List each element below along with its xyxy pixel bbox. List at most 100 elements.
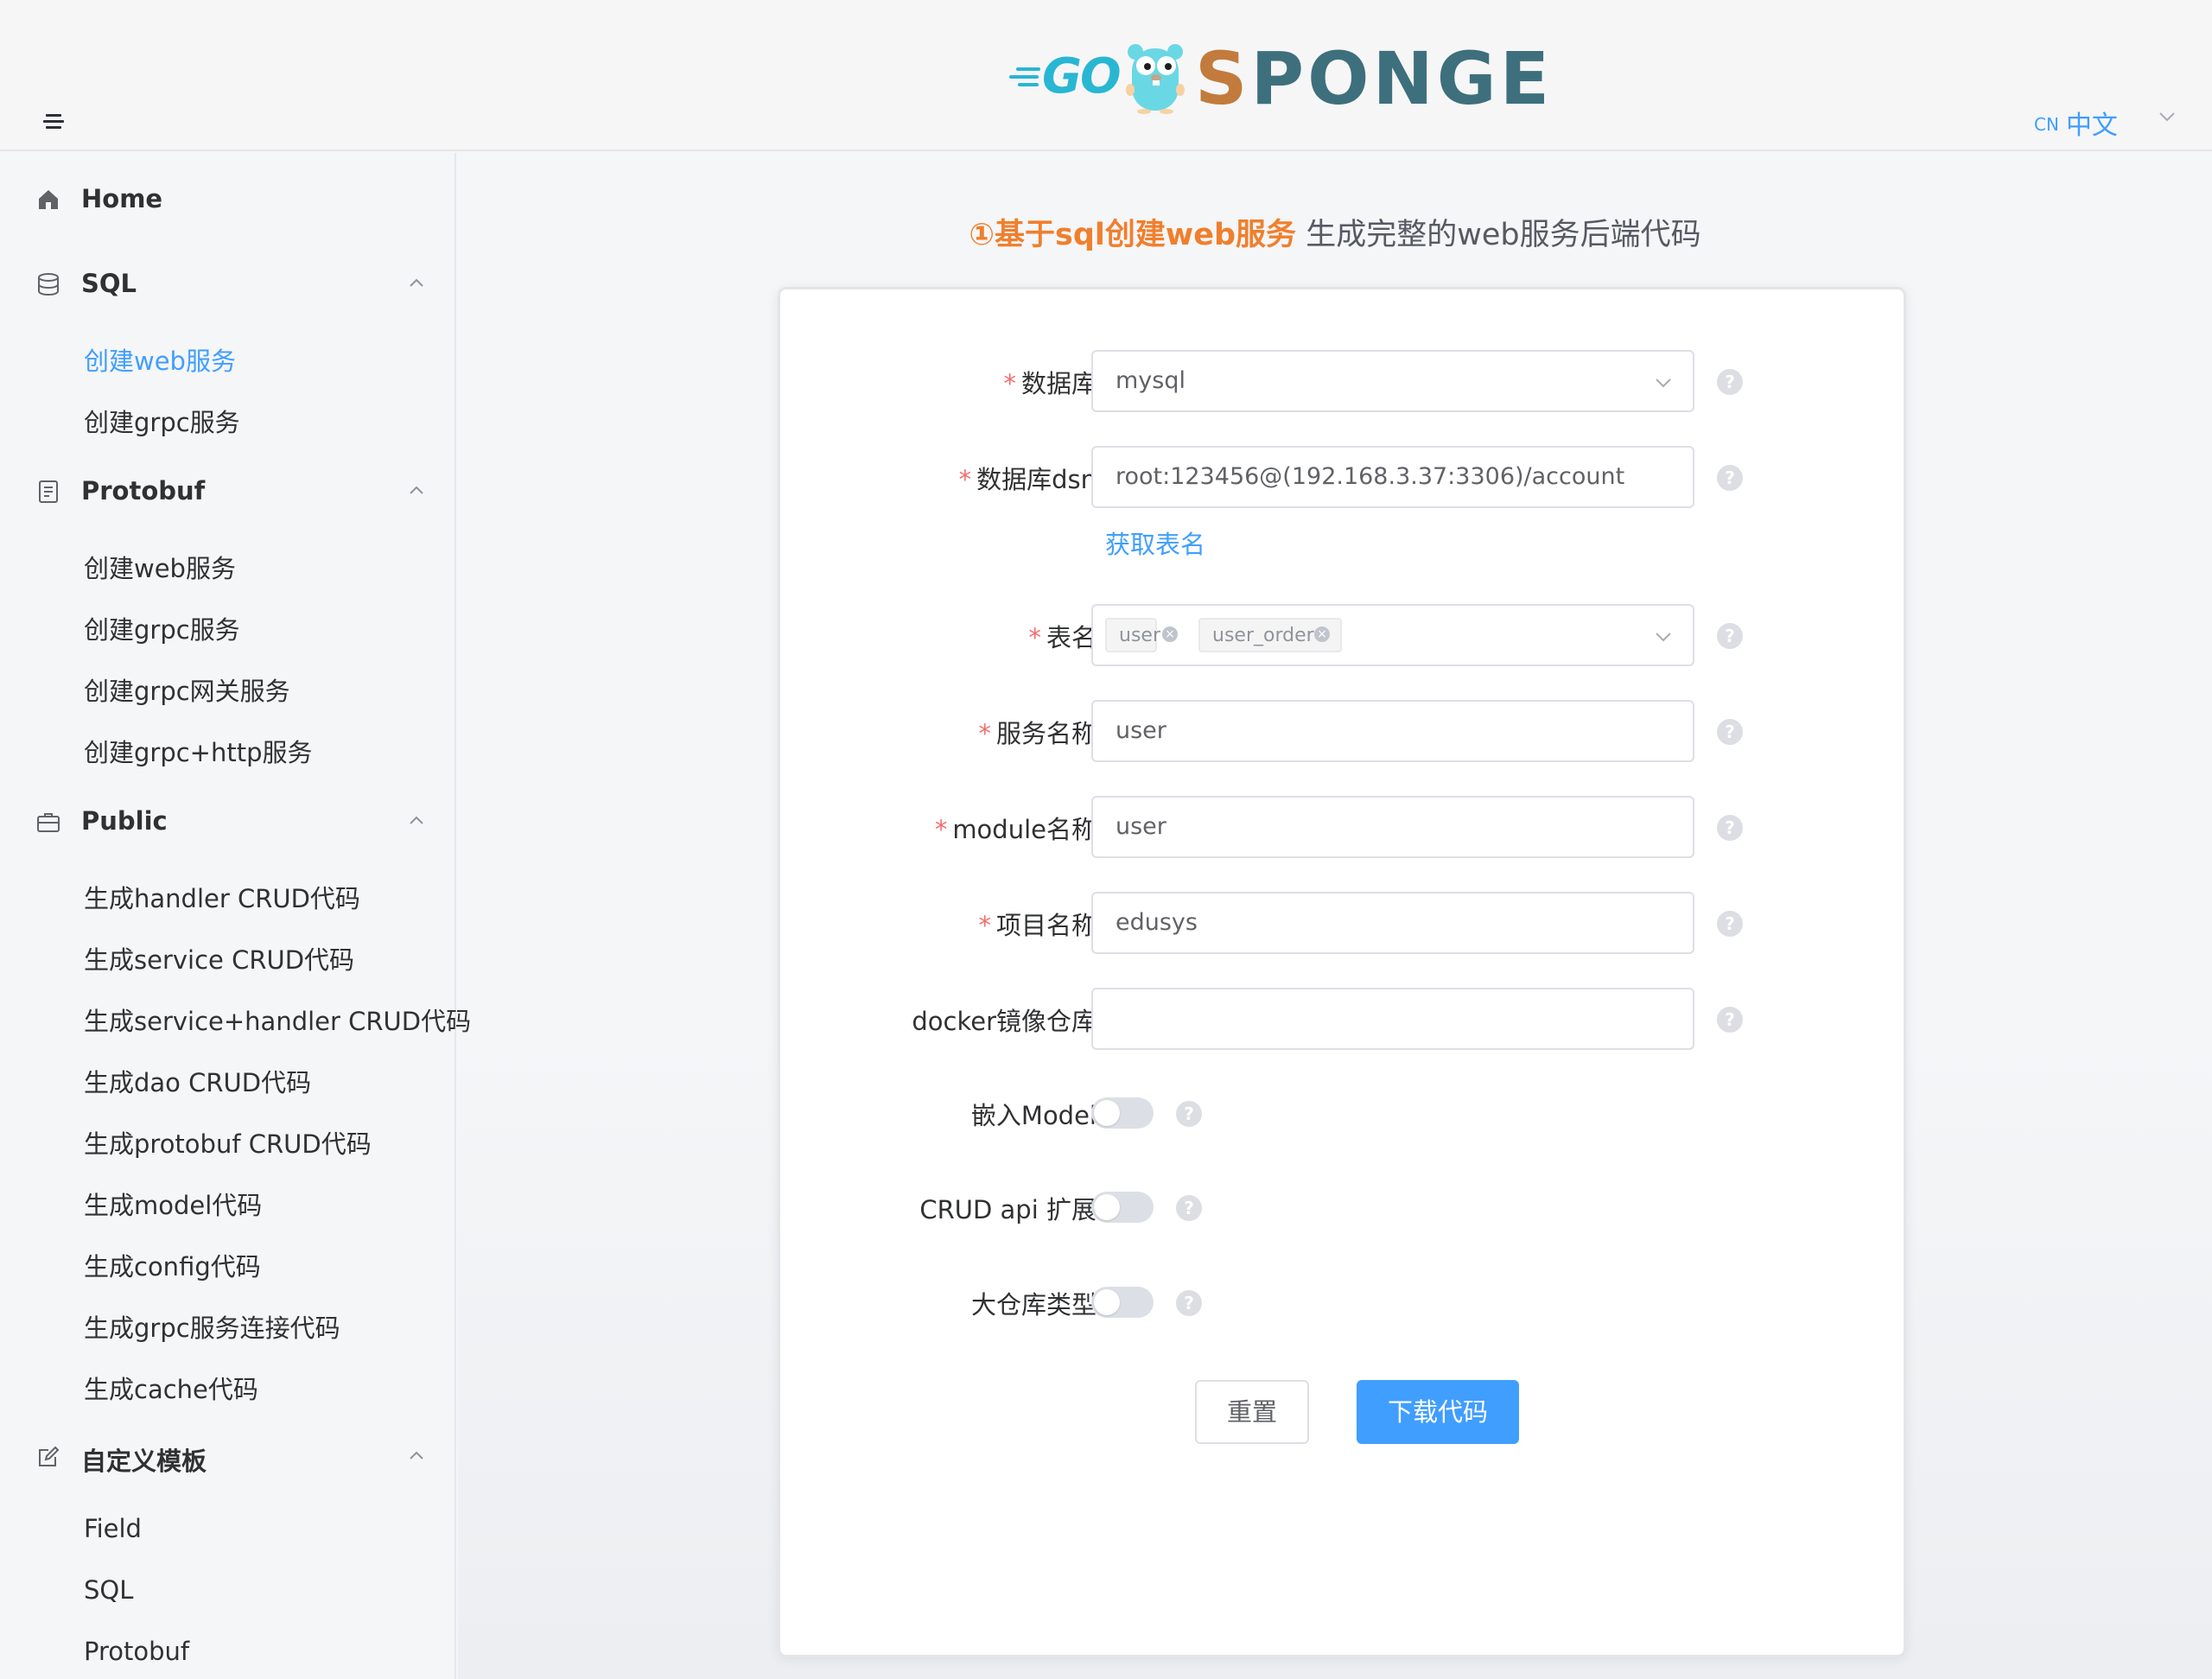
edit-icon [39,1446,60,1466]
sidebar-item-protobuf-create-web[interactable]: 创建web服务 [0,538,456,590]
home-icon [39,190,58,209]
module-name-label: * module名称 [934,815,1096,844]
document-icon [39,480,58,503]
table-label: * 表名 [1028,623,1096,652]
service-name-input[interactable]: user [1091,700,1694,762]
menu-toggle-icon[interactable] [43,114,64,131]
sidebar-item-public-cache[interactable]: 生成cache代码 [0,1359,456,1411]
table-multiselect[interactable]: user × user_order × [1091,604,1694,666]
help-icon[interactable]: ? [1176,1195,1202,1221]
help-icon[interactable]: ? [1176,1290,1202,1316]
speed-lines-icon [1009,67,1044,88]
form-row-dsn: * 数据库dsn root:123456@(192.168.3.37:3306)/… [780,446,1909,508]
tag-close-icon[interactable]: × [1162,626,1178,642]
chevron-up-icon [410,486,423,494]
sidebar-item-template-field[interactable]: Field [0,1504,456,1555]
fetch-tables-link[interactable]: 获取表名 [1105,525,1205,561]
top-header: GO SPONGE CN 中文 [0,0,2212,151]
form-row-project-name: * 项目名称 edusys ? [780,892,1909,954]
sidebar-item-public-config[interactable]: 生成config代码 [0,1237,456,1288]
sidebar-nav: Home SQL 创建web服务 创建grpc服务 Protobuf 创建web… [0,153,471,1679]
sidebar-group-label: 自定义模板 [81,1447,207,1476]
reset-button[interactable]: 重置 [1195,1380,1309,1444]
form-row-table: * 表名 user × user_order × ? [780,604,1909,666]
help-icon[interactable]: ? [1176,1101,1202,1127]
help-icon[interactable]: ? [1717,1007,1743,1033]
sidebar-item-public-protobuf-crud[interactable]: 生成protobuf CRUD代码 [0,1114,456,1166]
crud-api-label: CRUD api 扩展 [919,1195,1096,1224]
sidebar-item-sql-create-grpc[interactable]: 创建grpc服务 [0,392,456,444]
main-content: ①基于sql创建web服务 生成完整的web服务后端代码 * 数据库 mysql … [458,153,2212,1679]
database-label: * 数据库 [1003,369,1096,398]
embed-model-label: 嵌入Model [970,1101,1096,1130]
language-code: CN [2034,114,2059,135]
chevron-down-icon[interactable] [2158,111,2176,123]
database-icon [38,273,59,296]
help-icon[interactable]: ? [1717,623,1743,649]
form-row-service-name: * 服务名称 user ? [780,700,1909,762]
chevron-down-icon [1656,633,1671,642]
help-icon[interactable]: ? [1717,719,1743,745]
dsn-input[interactable]: root:123456@(192.168.3.37:3306)/account [1091,446,1694,508]
sidebar-item-public-model[interactable]: 生成model代码 [0,1175,456,1227]
sidebar-group-label: Home [81,184,163,213]
sidebar-item-public-grpc-conn[interactable]: 生成grpc服务连接代码 [0,1298,456,1350]
sidebar-item-home[interactable]: Home [0,169,456,229]
logo-go-text: GO [1042,48,1122,105]
sidebar-group-protobuf[interactable]: Protobuf [0,461,456,521]
sidebar-group-label: SQL [81,269,137,298]
form-row-monorepo: 大仓库类型 ? [780,1271,1909,1333]
form-row-module-name: * module名称 user ? [780,796,1909,858]
project-name-label: * 项目名称 [978,911,1096,940]
sidebar-group-label: Public [81,806,168,836]
sidebar-item-public-service-handler-crud[interactable]: 生成service+handler CRUD代码 [0,991,471,1043]
chevron-up-icon [410,1451,423,1460]
sidebar-group-custom-template[interactable]: 自定义模板 [0,1426,456,1486]
sidebar-item-public-dao-crud[interactable]: 生成dao CRUD代码 [0,1053,456,1104]
help-icon[interactable]: ? [1717,465,1743,491]
chevron-down-icon [1656,378,1671,388]
page-title: ①基于sql创建web服务 生成完整的web服务后端代码 [969,218,1701,252]
form-card: * 数据库 mysql ? * 数据库dsn root:123456@(192.16… [778,287,1906,1657]
embed-model-switch[interactable] [1091,1097,1154,1129]
form-row-embed-model: 嵌入Model ? [780,1082,1909,1144]
crud-api-switch[interactable] [1091,1192,1154,1223]
language-selector[interactable]: CN 中文 [2034,104,2118,142]
sidebar-group-public[interactable]: Public [0,791,456,851]
database-select[interactable]: mysql [1091,350,1694,412]
module-name-input[interactable]: user [1091,796,1694,858]
logo-sponge-text: SPONGE [1195,36,1554,121]
tag-close-icon[interactable]: × [1314,626,1330,642]
sidebar-item-public-service-crud[interactable]: 生成service CRUD代码 [0,930,456,982]
docker-repo-label: docker镜像仓库 [912,1007,1096,1036]
docker-repo-input[interactable] [1091,988,1694,1050]
briefcase-icon [37,813,60,832]
monorepo-switch[interactable] [1091,1287,1154,1318]
sidebar-group-label: Protobuf [81,476,206,506]
service-name-label: * 服务名称 [978,719,1096,748]
chevron-up-icon [410,278,423,287]
table-tag: user [1105,618,1160,652]
form-row-docker-repo: docker镜像仓库 ? [780,988,1909,1050]
monorepo-label: 大仓库类型 [970,1290,1096,1320]
sidebar-item-public-handler-crud[interactable]: 生成handler CRUD代码 [0,868,456,920]
sidebar-item-protobuf-create-grpc[interactable]: 创建grpc服务 [0,600,456,652]
chevron-up-icon [410,816,423,824]
form-row-database: * 数据库 mysql ? [780,350,1909,412]
help-icon[interactable]: ? [1717,369,1743,395]
gopher-mascot-icon [1126,44,1185,114]
sidebar-item-protobuf-create-grpc-http[interactable]: 创建grpc+http服务 [0,722,456,774]
dsn-label: * 数据库dsn [958,465,1096,494]
help-icon[interactable]: ? [1717,815,1743,841]
sidebar-item-template-sql[interactable]: SQL [0,1565,456,1617]
download-code-button[interactable]: 下载代码 [1357,1380,1519,1444]
sidebar-group-sql[interactable]: SQL [0,253,456,314]
form-row-crud-api: CRUD api 扩展 ? [780,1176,1909,1238]
project-name-input[interactable]: edusys [1091,892,1694,954]
sidebar-item-protobuf-create-grpc-gateway[interactable]: 创建grpc网关服务 [0,661,456,713]
sponge-logo: GO SPONGE [1009,36,1549,123]
sidebar-item-template-protobuf[interactable]: Protobuf [0,1626,456,1678]
language-label: 中文 [2065,111,2118,141]
sidebar-item-sql-create-web[interactable]: 创建web服务 [0,331,456,383]
help-icon[interactable]: ? [1717,911,1743,937]
